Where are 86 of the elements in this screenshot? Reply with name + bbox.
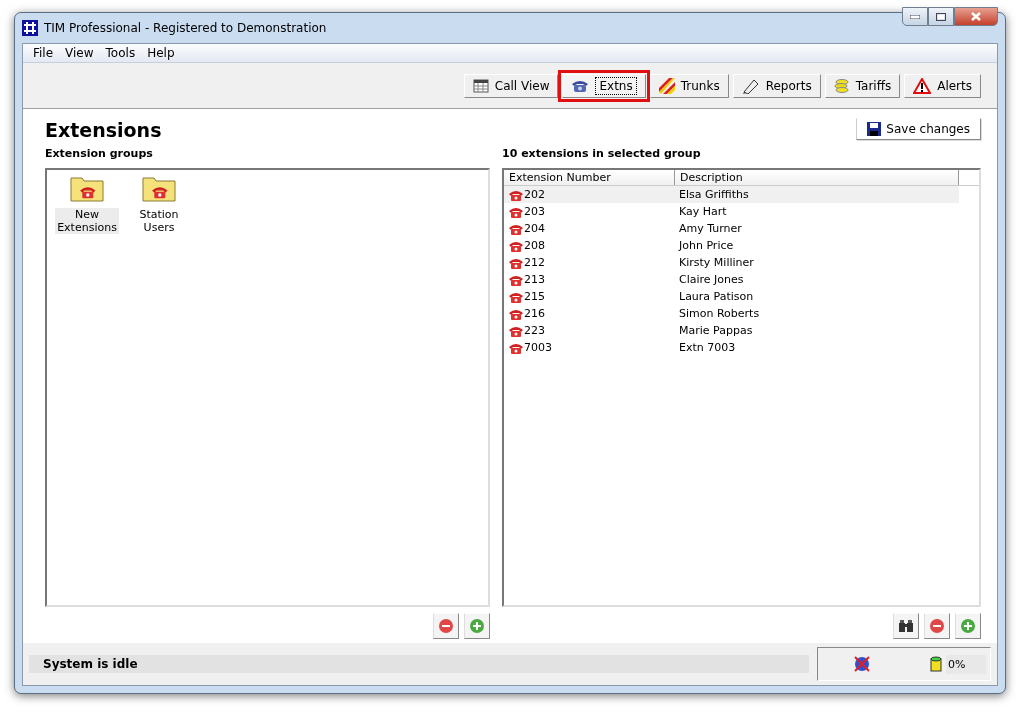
table-icon xyxy=(472,77,489,94)
remove-button[interactable] xyxy=(924,613,950,639)
group-item[interactable]: New Extensions xyxy=(57,174,117,234)
table-cell: 213 xyxy=(524,273,545,286)
maximize-button[interactable] xyxy=(928,7,954,26)
table-cell: 216 xyxy=(524,307,545,320)
table-cell: Claire Jones xyxy=(679,273,744,286)
add-button[interactable] xyxy=(464,613,490,639)
group-item[interactable]: Station Users xyxy=(129,174,189,234)
table-row[interactable]: 203 Kay Hart xyxy=(504,203,959,220)
minus-icon xyxy=(438,618,454,634)
minimize-icon xyxy=(910,14,920,19)
cylinder-icon xyxy=(930,656,942,672)
toolbar-button[interactable]: Tariffs xyxy=(824,73,901,98)
minimize-button[interactable] xyxy=(902,7,928,26)
telephone-icon xyxy=(508,307,524,320)
telephone-icon xyxy=(508,341,524,354)
telephone-icon xyxy=(508,290,524,303)
table-row[interactable]: 223 Marie Pappas xyxy=(504,322,959,339)
table-row[interactable]: 7003 Extn 7003 xyxy=(504,339,959,356)
table-cell: 204 xyxy=(524,222,545,235)
striped-icon xyxy=(658,77,675,94)
table-row[interactable]: 202 Elsa Griffiths xyxy=(504,186,959,203)
add-button[interactable] xyxy=(955,613,981,639)
telephone-icon xyxy=(508,324,524,337)
folder-icon xyxy=(142,174,176,202)
minus-icon xyxy=(929,618,945,634)
toolbar-button[interactable]: Call View xyxy=(463,73,559,98)
toolbar-button[interactable]: Trunks xyxy=(649,73,729,98)
telephone-icon xyxy=(508,222,524,235)
maximize-icon xyxy=(936,12,946,21)
remove-button[interactable] xyxy=(433,613,459,639)
column-header[interactable]: Extension Number xyxy=(504,170,675,185)
column-header[interactable]: Description xyxy=(675,170,959,185)
table-cell: 223 xyxy=(524,324,545,337)
coins-icon xyxy=(833,77,850,94)
table-cell: John Price xyxy=(679,239,734,252)
grid-icon xyxy=(22,20,38,36)
save-button[interactable]: Save changes xyxy=(856,118,981,140)
toolbar-button[interactable]: Reports xyxy=(732,73,821,98)
section-heading: 10 extensions in selected group xyxy=(502,147,702,160)
table-row[interactable]: 208 John Price xyxy=(504,237,959,254)
table-cell: 202 xyxy=(524,188,545,201)
table-cell: 7003 xyxy=(524,341,552,354)
window-title: TIM Professional - Registered to Demonstration xyxy=(44,21,328,35)
menu-item[interactable]: Help xyxy=(141,46,181,60)
table-cell: Kirsty Milliner xyxy=(679,256,754,269)
pen-icon xyxy=(741,77,760,94)
table-cell: Extn 7003 xyxy=(679,341,736,354)
table-cell: Amy Turner xyxy=(679,222,742,235)
table-cell: Laura Patison xyxy=(679,290,754,303)
binoculars-icon xyxy=(898,619,914,633)
telephone-icon xyxy=(508,239,524,252)
table-cell: Simon Roberts xyxy=(679,307,760,320)
usage-reading: 0% xyxy=(946,654,986,674)
telephone-icon xyxy=(508,256,524,269)
table-cell: 212 xyxy=(524,256,545,269)
telephone-icon xyxy=(508,205,524,218)
status-message: System is idle xyxy=(29,655,809,673)
section-heading: Extension groups xyxy=(45,147,154,160)
menu-item[interactable]: View xyxy=(59,46,100,60)
menu-item[interactable]: Tools xyxy=(99,46,142,60)
close-button[interactable] xyxy=(954,7,998,26)
table-row[interactable]: 215 Laura Patison xyxy=(504,288,959,305)
close-icon xyxy=(971,12,981,21)
table-row[interactable]: 204 Amy Turner xyxy=(504,220,959,237)
table-row[interactable]: 216 Simon Roberts xyxy=(504,305,959,322)
table-cell: Marie Pappas xyxy=(679,324,753,337)
find-button[interactable] xyxy=(893,613,919,639)
table-cell: 203 xyxy=(524,205,545,218)
crossed-globe-icon xyxy=(854,656,870,672)
menu-item[interactable]: File xyxy=(27,46,60,60)
folder-icon xyxy=(70,174,104,202)
toolbar-button[interactable]: Alerts xyxy=(904,73,981,98)
table-row[interactable]: 212 Kirsty Milliner xyxy=(504,254,959,271)
table-cell: Elsa Griffiths xyxy=(679,188,749,201)
telephone-icon xyxy=(508,273,524,286)
table-cell: Kay Hart xyxy=(679,205,727,218)
plus-icon xyxy=(469,618,485,634)
warning-icon xyxy=(913,77,932,94)
table-cell: 208 xyxy=(524,239,545,252)
table-row[interactable]: 213 Claire Jones xyxy=(504,271,959,288)
plus-icon xyxy=(960,618,976,634)
page-title: Extensions xyxy=(45,119,162,141)
telephone-icon xyxy=(508,188,524,201)
table-cell: 215 xyxy=(524,290,545,303)
